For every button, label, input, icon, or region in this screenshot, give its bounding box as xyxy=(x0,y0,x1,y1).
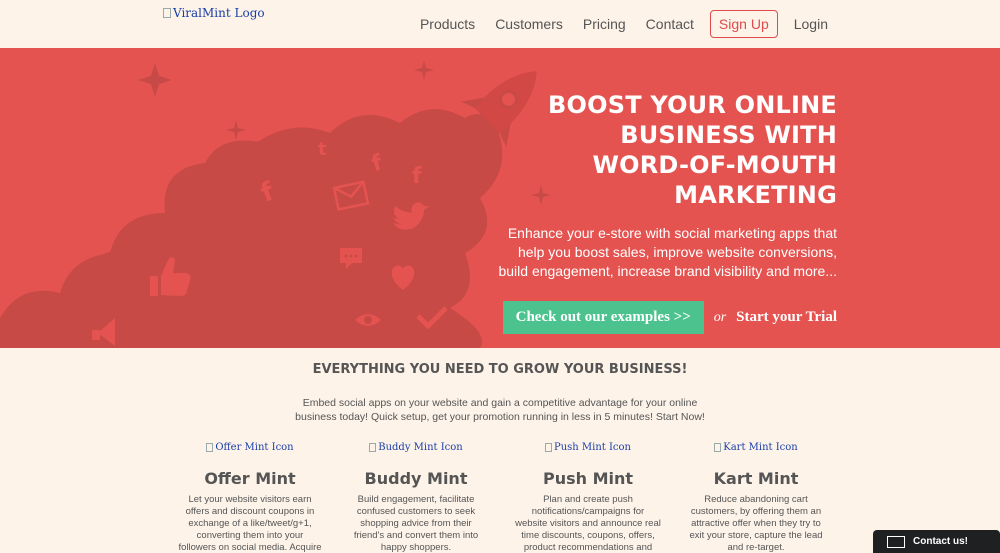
start-trial-link[interactable]: Start your Trial xyxy=(736,309,837,326)
site-header: ViralMint Logo Products Customers Pricin… xyxy=(0,0,1000,48)
card-text: Plan and create push notifications/campa… xyxy=(498,494,678,553)
push-mint-icon: Push Mint Icon xyxy=(498,440,678,454)
card-line: exit your store, capture the lead xyxy=(689,530,823,541)
logo[interactable]: ViralMint Logo xyxy=(163,6,265,20)
card-line: Let your website visitors earn xyxy=(188,494,312,505)
contact-us-widget[interactable]: Contact us! xyxy=(873,530,1000,553)
card-line: Reduce abandoning cart xyxy=(704,494,808,505)
features-title: EVERYTHING YOU NEED TO GROW YOUR BUSINES… xyxy=(312,362,688,377)
card-line: shopping advice from their xyxy=(360,518,472,529)
broken-image-icon xyxy=(714,442,722,452)
or-text: or xyxy=(713,309,727,325)
desc-line: business today! Quick setup, get your pr… xyxy=(295,411,705,423)
nav-contact[interactable]: Contact xyxy=(636,10,704,38)
card-line: website visitors and announce real xyxy=(515,518,661,529)
headline-line: WORD-OF-MOUTH xyxy=(592,151,837,179)
card-line: Build engagement, facilitate xyxy=(357,494,475,505)
card-line: friend's and convert them into xyxy=(353,530,479,541)
desc-line: Embed social apps on your website and ga… xyxy=(302,397,698,409)
card-line: exchange of a like/tweet/g+1, xyxy=(188,518,312,529)
login-link[interactable]: Login xyxy=(784,10,838,38)
headline-line: BOOST YOUR ONLINE xyxy=(548,91,837,119)
card-line: notifications/campaigns for xyxy=(531,506,645,517)
icon-alt-text: Kart Mint Icon xyxy=(723,441,798,453)
feature-card-offer-mint[interactable]: Offer Mint Icon Offer Mint Let your webs… xyxy=(160,440,340,553)
card-text: Let your website visitors earn offers an… xyxy=(160,494,340,553)
twitter-t-icon: t xyxy=(318,139,327,160)
card-line: Plan and create push xyxy=(543,494,633,505)
card-line: converting them into your xyxy=(196,530,304,541)
signup-button[interactable]: Sign Up xyxy=(709,10,778,38)
subtext-line: help you boost sales, improve website co… xyxy=(517,244,837,260)
feature-card-kart-mint[interactable]: Kart Mint Icon Kart Mint Reduce abandoni… xyxy=(666,440,846,553)
icon-alt-text: Push Mint Icon xyxy=(553,441,631,453)
card-line: customers, by offering them an xyxy=(690,506,822,517)
buddy-mint-icon: Buddy Mint Icon xyxy=(326,440,506,454)
cta-row: Check out our examples >> or Start your … xyxy=(502,301,837,334)
nav-products[interactable]: Products xyxy=(410,10,485,38)
feature-card-buddy-mint[interactable]: Buddy Mint Icon Buddy Mint Build engagem… xyxy=(326,440,506,553)
card-line: attractive offer when they try to xyxy=(691,518,821,529)
envelope-icon xyxy=(887,535,905,548)
broken-image-icon xyxy=(544,442,552,452)
contact-us-label: Contact us! xyxy=(913,536,968,547)
card-line: and re-target. xyxy=(727,542,785,553)
subtext-line: build engagement, increase brand visibil… xyxy=(498,263,837,279)
icon-alt-text: Buddy Mint Icon xyxy=(378,441,463,453)
features-description: Embed social apps on your website and ga… xyxy=(270,396,730,424)
card-line: confused customers to seek xyxy=(356,506,476,517)
card-title: Buddy Mint xyxy=(364,469,468,488)
card-line: time discounts, coupons, offers, xyxy=(521,530,655,541)
kart-mint-icon: Kart Mint Icon xyxy=(666,440,846,454)
logo-alt-text: ViralMint Logo xyxy=(173,6,265,20)
icon-alt-text: Offer Mint Icon xyxy=(215,441,294,453)
card-title: Push Mint xyxy=(542,469,634,488)
card-line: product recommendations and xyxy=(523,542,653,553)
card-line: followers on social media. Acquire xyxy=(178,542,322,553)
hero-headline: BOOST YOUR ONLINE BUSINESS WITH WORD-OF-… xyxy=(417,90,837,210)
card-line: happy shoppers. xyxy=(380,542,452,553)
card-text: Build engagement, facilitate confused cu… xyxy=(326,494,506,553)
hero-banner: f f f t BOOST YOUR ONLINE BUSINESS WITH … xyxy=(0,48,1000,348)
main-nav: Products Customers Pricing Contact Sign … xyxy=(410,10,838,38)
card-text: Reduce abandoning cart customers, by off… xyxy=(666,494,846,553)
subtext-line: Enhance your e-store with social marketi… xyxy=(507,225,837,241)
card-title: Offer Mint xyxy=(204,469,296,488)
nav-customers[interactable]: Customers xyxy=(485,10,573,38)
feature-card-push-mint[interactable]: Push Mint Icon Push Mint Plan and create… xyxy=(498,440,678,553)
offer-mint-icon: Offer Mint Icon xyxy=(160,440,340,454)
broken-image-icon xyxy=(206,442,214,452)
examples-button[interactable]: Check out our examples >> xyxy=(502,301,704,334)
hero-subtext: Enhance your e-store with social marketi… xyxy=(457,224,837,281)
broken-image-icon xyxy=(369,442,377,452)
card-line: offers and discount coupons in xyxy=(185,506,315,517)
card-title: Kart Mint xyxy=(713,469,799,488)
nav-pricing[interactable]: Pricing xyxy=(573,10,636,38)
headline-line: BUSINESS WITH xyxy=(620,121,837,149)
broken-image-icon xyxy=(163,8,171,18)
headline-line: MARKETING xyxy=(674,181,837,209)
